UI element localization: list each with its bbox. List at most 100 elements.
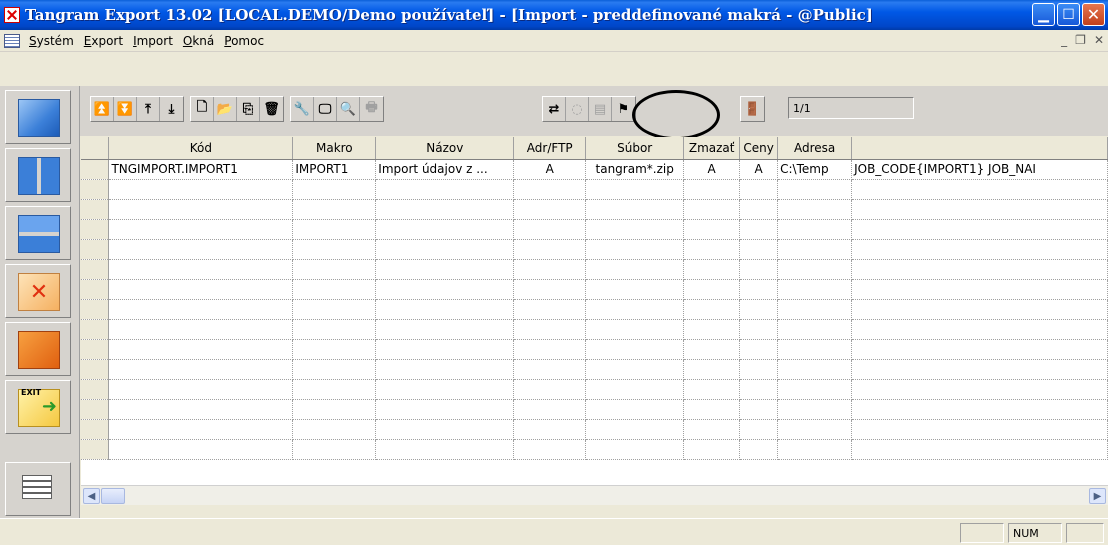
table-cell[interactable] bbox=[513, 379, 587, 400]
table-cell[interactable] bbox=[585, 219, 685, 240]
table-row[interactable] bbox=[81, 359, 1108, 380]
column-header[interactable]: Súbor bbox=[585, 137, 685, 160]
table-row[interactable] bbox=[81, 219, 1108, 240]
cell-kod[interactable]: TNGIMPORT.IMPORT1 bbox=[108, 158, 294, 180]
menu-help[interactable]: Pomoc bbox=[219, 34, 269, 48]
table-cell[interactable] bbox=[739, 399, 779, 420]
row-indicator[interactable] bbox=[81, 158, 110, 180]
table-cell[interactable] bbox=[777, 419, 853, 440]
table-cell[interactable] bbox=[683, 179, 741, 200]
table-cell[interactable] bbox=[739, 419, 779, 440]
table-cell[interactable] bbox=[851, 439, 1108, 460]
table-cell[interactable] bbox=[739, 359, 779, 380]
table-cell[interactable] bbox=[108, 279, 294, 300]
table-cell[interactable] bbox=[292, 439, 377, 460]
data-grid[interactable]: Kód Makro Názov Adr/FTP Súbor Zmazať Cen… bbox=[81, 137, 1108, 485]
table-cell[interactable] bbox=[683, 239, 741, 260]
table-cell[interactable] bbox=[513, 439, 587, 460]
cell-makro[interactable]: IMPORT1 bbox=[292, 158, 377, 180]
table-cell[interactable] bbox=[108, 439, 294, 460]
table-cell[interactable] bbox=[777, 299, 853, 320]
table-cell[interactable] bbox=[292, 299, 377, 320]
table-cell[interactable] bbox=[851, 399, 1108, 420]
table-cell[interactable] bbox=[375, 339, 515, 360]
table-cell[interactable] bbox=[585, 379, 685, 400]
column-header[interactable]: Zmazať bbox=[683, 137, 741, 160]
row-indicator[interactable] bbox=[81, 399, 110, 420]
exit-door-icon[interactable]: 🚪 bbox=[741, 97, 764, 121]
table-cell[interactable] bbox=[851, 179, 1108, 200]
table-cell[interactable] bbox=[683, 259, 741, 280]
table-cell[interactable] bbox=[513, 179, 587, 200]
table-cell[interactable] bbox=[375, 379, 515, 400]
table-cell[interactable] bbox=[585, 399, 685, 420]
maximize-button[interactable]: ☐ bbox=[1057, 3, 1080, 26]
table-cell[interactable] bbox=[585, 339, 685, 360]
table-row[interactable] bbox=[81, 319, 1108, 340]
row-indicator[interactable] bbox=[81, 439, 110, 460]
row-indicator[interactable] bbox=[81, 299, 110, 320]
scroll-left-icon[interactable]: ◀ bbox=[83, 488, 100, 504]
table-cell[interactable] bbox=[375, 319, 515, 340]
scroll-right-icon[interactable]: ▶ bbox=[1089, 488, 1106, 504]
import-run-icon[interactable]: ⇄ bbox=[543, 97, 566, 121]
table-row[interactable] bbox=[81, 399, 1108, 420]
new-document-icon[interactable]: 🗋 bbox=[191, 97, 214, 121]
panel-button-close-window[interactable]: ✕ bbox=[5, 264, 71, 318]
panel-button-tile-horizontal[interactable] bbox=[5, 206, 71, 260]
row-indicator[interactable] bbox=[81, 279, 110, 300]
table-cell[interactable] bbox=[851, 419, 1108, 440]
horizontal-scrollbar[interactable]: ◀ ▶ bbox=[81, 485, 1108, 505]
panel-button-notes[interactable] bbox=[5, 462, 71, 516]
column-header[interactable]: Názov bbox=[375, 137, 515, 160]
mdi-minimize-icon[interactable]: _ bbox=[1061, 33, 1067, 47]
table-cell[interactable] bbox=[739, 299, 779, 320]
column-header[interactable]: Ceny bbox=[739, 137, 779, 160]
table-cell[interactable] bbox=[683, 419, 741, 440]
table-cell[interactable] bbox=[739, 239, 779, 260]
table-cell[interactable] bbox=[375, 399, 515, 420]
last-record-icon[interactable]: ⏬ bbox=[114, 97, 137, 121]
row-indicator[interactable] bbox=[81, 359, 110, 380]
table-cell[interactable] bbox=[375, 179, 515, 200]
table-cell[interactable] bbox=[585, 319, 685, 340]
table-cell[interactable] bbox=[777, 339, 853, 360]
table-cell[interactable] bbox=[739, 199, 779, 220]
table-cell[interactable] bbox=[375, 439, 515, 460]
table-cell[interactable] bbox=[292, 319, 377, 340]
document-icon[interactable]: ▤ bbox=[589, 97, 612, 121]
delete-icon[interactable]: 🗑 bbox=[260, 97, 283, 121]
printer-icon[interactable]: 🖶 bbox=[360, 97, 383, 121]
table-cell[interactable] bbox=[851, 199, 1108, 220]
column-header[interactable] bbox=[851, 137, 1108, 160]
tools-icon[interactable]: 🔧 bbox=[291, 97, 314, 121]
row-indicator[interactable] bbox=[81, 239, 110, 260]
table-cell[interactable] bbox=[777, 379, 853, 400]
cell-adresa[interactable]: C:\Temp bbox=[777, 158, 853, 180]
table-cell[interactable] bbox=[513, 299, 587, 320]
menu-windows[interactable]: Okná bbox=[178, 34, 219, 48]
table-cell[interactable] bbox=[683, 319, 741, 340]
row-indicator[interactable] bbox=[81, 339, 110, 360]
table-row[interactable] bbox=[81, 179, 1108, 200]
mdi-restore-icon[interactable]: ❐ bbox=[1075, 33, 1086, 47]
minimize-button[interactable]: ▁ bbox=[1032, 3, 1055, 26]
table-cell[interactable] bbox=[739, 439, 779, 460]
table-cell[interactable] bbox=[375, 199, 515, 220]
table-row[interactable] bbox=[81, 199, 1108, 220]
move-top-icon[interactable]: ⤒ bbox=[137, 97, 160, 121]
table-cell[interactable] bbox=[851, 259, 1108, 280]
mdi-document-icon[interactable] bbox=[4, 33, 20, 48]
table-cell[interactable] bbox=[777, 359, 853, 380]
table-cell[interactable] bbox=[292, 359, 377, 380]
table-cell[interactable] bbox=[108, 219, 294, 240]
monitor-icon[interactable]: 🖵 bbox=[314, 97, 337, 121]
table-cell[interactable] bbox=[777, 319, 853, 340]
row-indicator[interactable] bbox=[81, 259, 110, 280]
table-cell[interactable] bbox=[683, 299, 741, 320]
table-cell[interactable] bbox=[375, 259, 515, 280]
table-cell[interactable] bbox=[683, 219, 741, 240]
table-cell[interactable] bbox=[108, 339, 294, 360]
table-cell[interactable] bbox=[108, 179, 294, 200]
cell-params[interactable]: JOB_CODE{IMPORT1} JOB_NAI bbox=[851, 158, 1108, 180]
